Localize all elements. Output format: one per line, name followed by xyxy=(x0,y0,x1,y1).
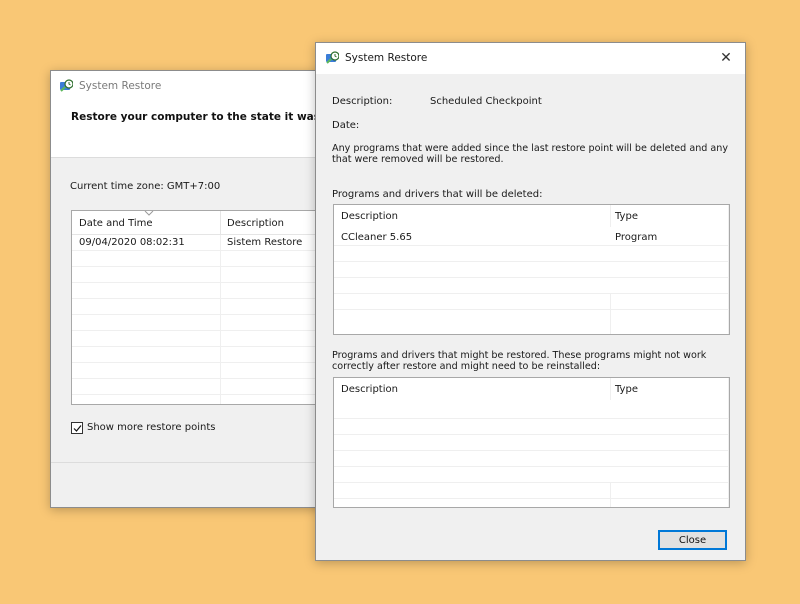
column-gridline xyxy=(728,205,729,334)
table-header: Description Type xyxy=(334,205,729,227)
grid-line xyxy=(334,450,729,451)
close-button[interactable]: Close xyxy=(658,530,727,550)
grid-line xyxy=(334,434,729,435)
timezone-label: Current time zone: GMT+7:00 xyxy=(70,181,221,192)
restored-section-label: Programs and drivers that might be resto… xyxy=(332,350,707,372)
back-heading: Restore your computer to the state it wa… xyxy=(71,111,346,123)
column-gridline xyxy=(728,378,729,507)
column-header-type[interactable]: Type xyxy=(615,211,638,222)
program-name: CCleaner 5.65 xyxy=(341,232,413,243)
restored-programs-table[interactable]: Description Type xyxy=(333,377,730,508)
grid-line xyxy=(334,261,729,262)
grid-line xyxy=(334,309,729,310)
grid-line xyxy=(334,277,729,278)
column-gridline xyxy=(610,293,611,334)
row-description: Sistem Restore xyxy=(227,237,303,248)
program-type: Program xyxy=(615,232,658,243)
column-header-description[interactable]: Description xyxy=(227,218,284,229)
description-value: Scheduled Checkpoint xyxy=(430,96,542,107)
system-restore-dialog: System Restore ✕ Description: Scheduled … xyxy=(315,42,746,561)
row-date: 09/04/2020 08:02:31 xyxy=(79,237,185,248)
column-gridline xyxy=(610,482,611,507)
grid-line xyxy=(334,293,729,294)
dialog-title: System Restore xyxy=(345,52,428,64)
grid-line xyxy=(334,418,729,419)
show-more-checkbox[interactable] xyxy=(71,422,83,434)
deleted-section-label: Programs and drivers that will be delete… xyxy=(332,189,543,200)
system-restore-icon xyxy=(60,79,73,92)
grid-line xyxy=(334,245,729,246)
system-restore-icon xyxy=(326,51,339,64)
column-separator[interactable] xyxy=(610,378,611,400)
column-separator[interactable] xyxy=(220,211,221,235)
description-label: Description: xyxy=(332,96,393,107)
system-restore-back-window: System Restore Restore your computer to … xyxy=(50,70,361,508)
front-titlebar[interactable]: System Restore ✕ xyxy=(316,43,745,74)
warning-text: Any programs that were added since the l… xyxy=(332,143,729,165)
column-header-description[interactable]: Description xyxy=(341,211,398,222)
table-header: Description Type xyxy=(334,378,729,400)
back-titlebar[interactable]: System Restore xyxy=(51,71,349,103)
sort-chevron-icon xyxy=(144,211,154,216)
column-separator[interactable] xyxy=(610,205,611,227)
back-button-bar xyxy=(51,462,349,507)
grid-line xyxy=(334,466,729,467)
back-window-title: System Restore xyxy=(79,80,162,92)
grid-line xyxy=(334,498,729,499)
checkmark-icon xyxy=(73,425,82,432)
column-header-description[interactable]: Description xyxy=(341,384,398,395)
column-header-date[interactable]: Date and Time xyxy=(79,218,153,229)
column-header-type[interactable]: Type xyxy=(615,384,638,395)
grid-line xyxy=(334,482,729,483)
date-label: Date: xyxy=(332,120,360,131)
show-more-label[interactable]: Show more restore points xyxy=(87,422,215,433)
close-icon[interactable]: ✕ xyxy=(715,47,737,69)
deleted-programs-table[interactable]: Description Type CCleaner 5.65 Program xyxy=(333,204,730,335)
